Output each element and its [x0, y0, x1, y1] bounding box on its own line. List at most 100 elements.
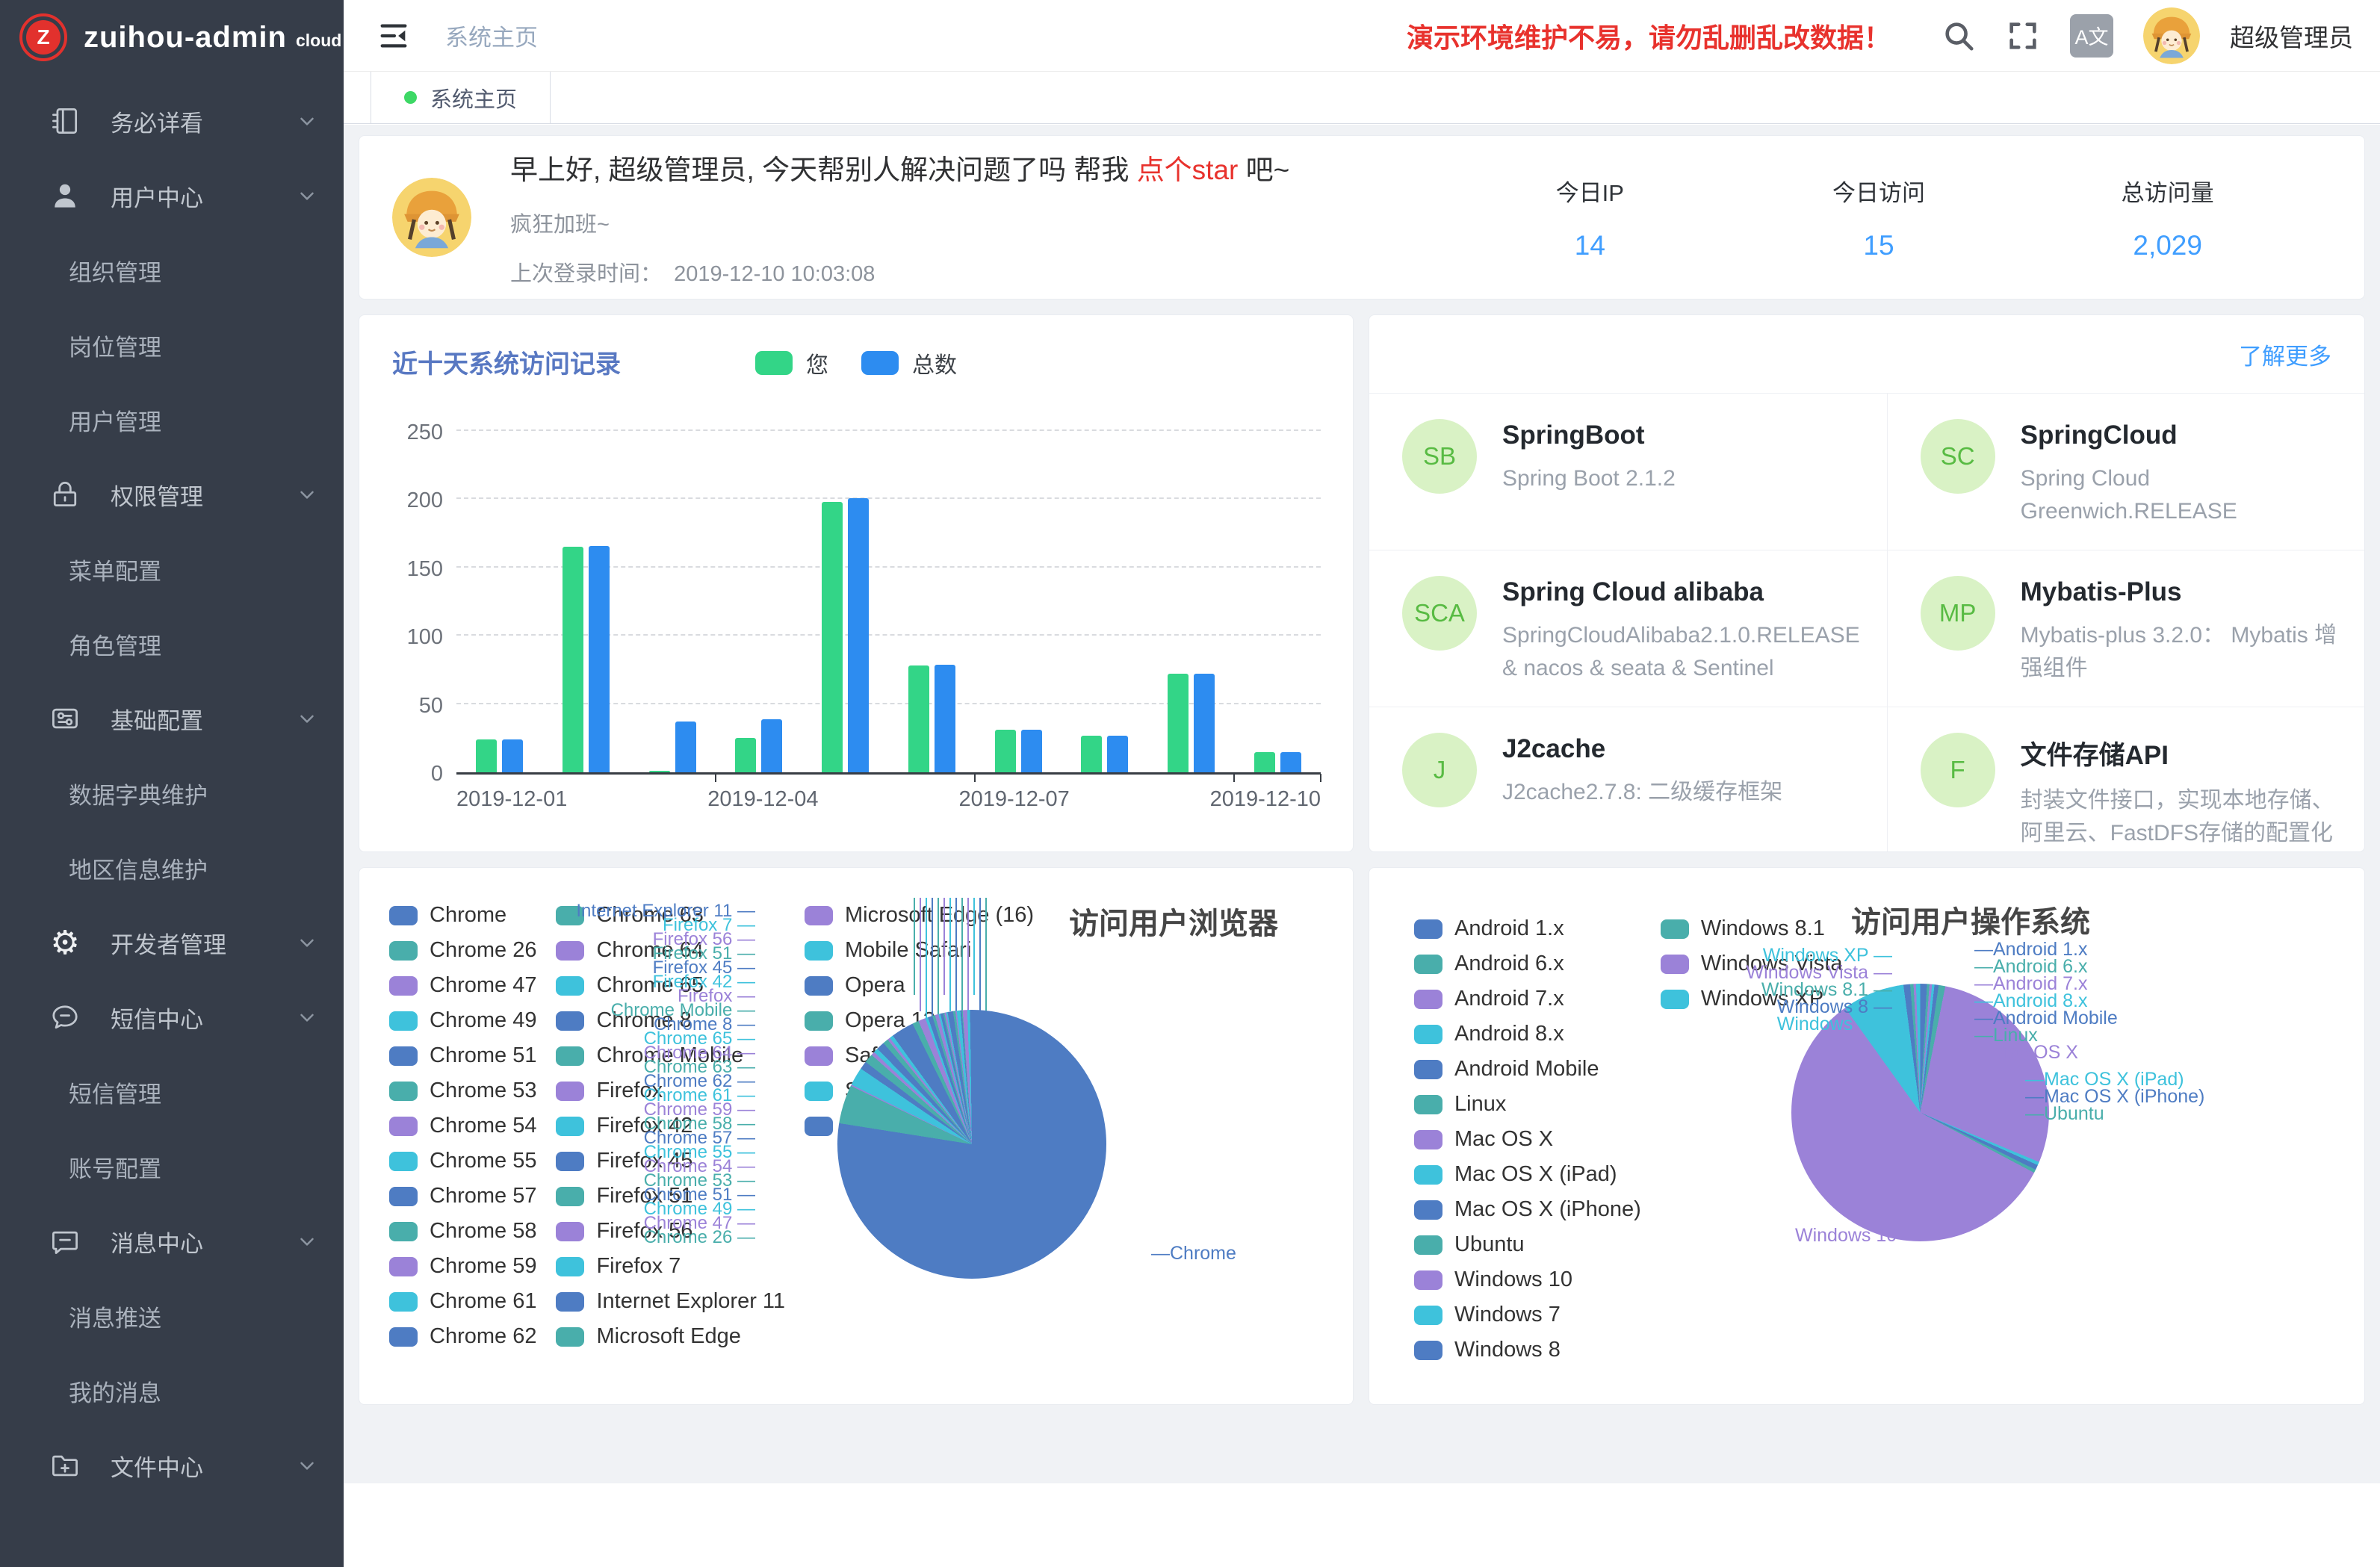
bar-总数[interactable]	[1194, 674, 1215, 772]
bar-您[interactable]	[563, 547, 583, 772]
tech-info: SpringCloudSpring Cloud Greenwich.RELEAS…	[2021, 419, 2337, 527]
leader-line	[926, 898, 927, 1028]
legend-item[interactable]: Android 1.x	[1414, 911, 1641, 946]
font-size-icon[interactable]: A文	[2070, 14, 2113, 58]
legend-item[interactable]: Windows 7	[1414, 1297, 1641, 1332]
legend-item[interactable]: Mac OS X	[1414, 1122, 1641, 1157]
pie-label: Ubuntu	[2025, 1105, 2204, 1123]
tech-item-mybatis-plus[interactable]: MPMybatis-PlusMybatis-plus 3.2.0： Mybati…	[1888, 550, 2364, 707]
bar-group	[1234, 433, 1321, 772]
bar-总数[interactable]	[848, 498, 869, 772]
legend-swatch	[861, 351, 899, 375]
bar-您[interactable]	[476, 739, 497, 772]
sidebar-item-permission[interactable]: 权限管理	[0, 457, 344, 532]
legend-item[interactable]: Mac OS X (iPhone)	[1414, 1192, 1641, 1227]
bar-group	[975, 433, 1062, 772]
sidebar-subitem-dict-maintain[interactable]: 数据字典维护	[0, 756, 344, 831]
bar-您[interactable]	[735, 738, 756, 772]
search-icon[interactable]	[1942, 19, 1976, 53]
bar-总数[interactable]	[935, 665, 955, 772]
sidebar-subitem-message-push[interactable]: 消息推送	[0, 1279, 344, 1353]
sidebar-item-user-center[interactable]: 用户中心	[0, 158, 344, 233]
bar-您[interactable]	[1168, 674, 1189, 772]
legend-label: Android Mobile	[1454, 1057, 1599, 1082]
legend-item[interactable]: Internet Explorer 11	[556, 1284, 785, 1319]
legend-item[interactable]: Windows 8.1	[1661, 911, 1843, 946]
sidebar-subitem-sms-management[interactable]: 短信管理	[0, 1055, 344, 1129]
tech-item-j2cache[interactable]: JJ2cacheJ2cache2.7.8: 二级缓存框架	[1369, 707, 1888, 852]
tech-info: 文件存储API封装文件接口，实现本地存储、阿里云、FastDFS存储的配置化	[2021, 733, 2337, 849]
browser-pie[interactable]	[837, 1010, 1106, 1279]
sidebar-subitem-area-maintain[interactable]: 地区信息维护	[0, 831, 344, 905]
sidebar-subitem-post-management[interactable]: 岗位管理	[0, 308, 344, 382]
sidebar-item-must-read[interactable]: 务必详看	[0, 84, 344, 158]
sidebar-subitem-account-config[interactable]: 账号配置	[0, 1129, 344, 1204]
sidebar-subitem-role-management[interactable]: 角色管理	[0, 606, 344, 681]
legend-item[interactable]: Windows 10	[1414, 1262, 1641, 1297]
legend-item-总数[interactable]: 总数	[861, 347, 957, 379]
x-tick-label	[889, 787, 959, 812]
star-link[interactable]: 点个star	[1137, 155, 1239, 185]
logo[interactable]: Z zuihou-admin cloud	[0, 0, 344, 75]
bar-您[interactable]	[908, 665, 929, 772]
legend-swatch	[805, 906, 833, 925]
sidebar-subitem-label: 用户管理	[69, 403, 161, 437]
chevron-down-icon	[296, 1454, 318, 1477]
x-tick-label: 2019-12-07	[958, 787, 1069, 812]
breadcrumb[interactable]: 系统主页	[445, 19, 538, 52]
visit-x-labels: 2019-12-012019-12-042019-12-072019-12-10	[456, 787, 1321, 812]
legend-item[interactable]: Linux	[1414, 1087, 1641, 1122]
bar-您[interactable]	[995, 730, 1016, 772]
legend-item-您[interactable]: 您	[755, 347, 828, 379]
sidebar-item-file-center[interactable]: 文件中心	[0, 1428, 344, 1503]
chevron-down-icon	[296, 1006, 318, 1028]
bar-您[interactable]	[1254, 752, 1275, 772]
bar-总数[interactable]	[1107, 736, 1128, 772]
bar-您[interactable]	[1081, 736, 1102, 772]
user-avatar[interactable]	[2143, 7, 2200, 64]
sidebar-subitem-user-management[interactable]: 用户管理	[0, 382, 344, 457]
legend-swatch	[556, 1292, 584, 1312]
legend-swatch	[805, 976, 833, 996]
learn-more-link[interactable]: 了解更多	[2239, 338, 2331, 371]
tech-item-springcloud[interactable]: SCSpringCloudSpring Cloud Greenwich.RELE…	[1888, 394, 2364, 550]
chevron-down-icon	[296, 483, 318, 506]
bar-您[interactable]	[822, 502, 843, 772]
legend-item[interactable]: Microsoft Edge	[556, 1319, 785, 1354]
username[interactable]: 超级管理员	[2230, 18, 2353, 54]
bar-总数[interactable]	[502, 739, 523, 772]
legend-item[interactable]: Chrome 62	[389, 1319, 536, 1354]
bar-您[interactable]	[649, 771, 670, 772]
sidebar-item-base-config[interactable]: 基础配置	[0, 681, 344, 756]
tech-item-spring-cloud-alibaba[interactable]: SCASpring Cloud alibabaSpringCloudAlibab…	[1369, 550, 1888, 707]
legend-item[interactable]: Chrome 59	[389, 1249, 536, 1284]
tab-home[interactable]: 系统主页	[371, 72, 551, 123]
bar-总数[interactable]	[675, 722, 696, 772]
sidebar-collapse-button[interactable]	[376, 19, 411, 53]
legend-item[interactable]: Ubuntu	[1414, 1227, 1641, 1262]
chevron-down-icon	[296, 931, 318, 954]
tech-item-springboot[interactable]: SBSpringBootSpring Boot 2.1.2	[1369, 394, 1888, 550]
legend-item[interactable]: Chrome 61	[389, 1284, 536, 1319]
bar-groups	[456, 433, 1321, 772]
legend-label: Windows 8	[1454, 1338, 1561, 1362]
sidebar-subitem-org-management[interactable]: 组织管理	[0, 233, 344, 308]
bar-总数[interactable]	[1280, 752, 1301, 772]
sidebar-subitem-my-message[interactable]: 我的消息	[0, 1353, 344, 1428]
legend-swatch	[1414, 1235, 1442, 1255]
fullscreen-icon[interactable]	[2006, 19, 2040, 53]
bar-总数[interactable]	[761, 719, 782, 772]
legend-item[interactable]: Android Mobile	[1414, 1052, 1641, 1087]
sidebar-item-message-center[interactable]: 消息中心	[0, 1204, 344, 1279]
bar-总数[interactable]	[1021, 730, 1042, 772]
sidebar-item-developer[interactable]: ⚙开发者管理	[0, 905, 344, 980]
y-tick-label: 50	[359, 694, 443, 719]
tech-item-file-api[interactable]: F文件存储API封装文件接口，实现本地存储、阿里云、FastDFS存储的配置化	[1888, 707, 2364, 852]
sidebar-item-sms-center[interactable]: 短信中心	[0, 980, 344, 1055]
legend-item[interactable]: Mac OS X (iPad)	[1414, 1157, 1641, 1192]
bar-总数[interactable]	[589, 546, 610, 772]
legend-item[interactable]: Windows 8	[1414, 1332, 1641, 1368]
y-tick-label: 100	[359, 625, 443, 650]
legend-item[interactable]: Firefox 7	[556, 1249, 785, 1284]
sidebar-subitem-menu-config[interactable]: 菜单配置	[0, 532, 344, 606]
